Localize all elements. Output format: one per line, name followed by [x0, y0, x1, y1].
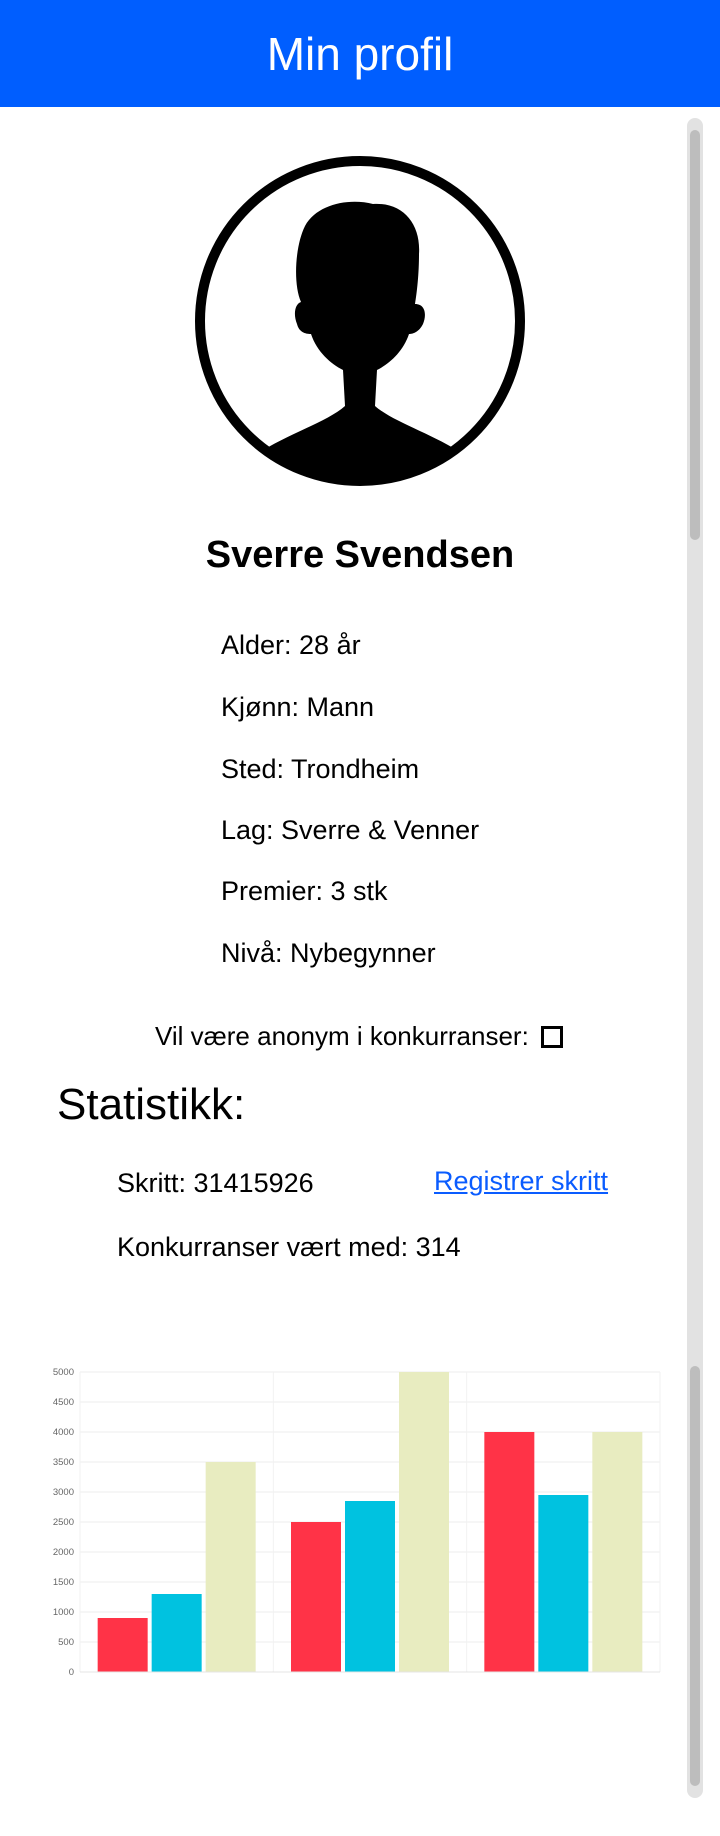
detail-age: Alder: 28 år: [221, 630, 361, 660]
bar-series-3-group-2: [399, 1372, 449, 1672]
bar-series-3-group-1: [205, 1462, 256, 1672]
anonymous-checkbox[interactable]: [540, 1025, 563, 1048]
profile-page: Min profil Sverre Svendsen Alder: 28 år …: [0, 0, 720, 1836]
bar-series-1-group-1: [97, 1618, 148, 1672]
detail-prizes: Premier: 3 stk: [221, 876, 388, 906]
bar-series-2-group-1: [151, 1594, 202, 1672]
scrollbar-thumb-bottom[interactable]: [690, 1366, 700, 1786]
y-tick-label: 4500: [53, 1397, 74, 1408]
steps-count: Skritt: 31415926: [117, 1168, 314, 1198]
statistics-heading: Statistikk:: [57, 1080, 246, 1129]
y-tick-label: 3000: [53, 1487, 74, 1498]
statistics-bar-chart: 0 500 1000 1500 2000 2500 3000 3500 4000 4500 5000: [53, 1367, 661, 1678]
scrollbar-thumb-top[interactable]: [690, 130, 700, 540]
detail-level: Nivå: Nybegynner: [221, 938, 436, 968]
anonymous-label: Vil være anonym i konkurranser:: [155, 1021, 529, 1051]
y-tick-label: 1000: [53, 1607, 74, 1618]
bar-series-3-group-3: [592, 1432, 643, 1672]
bar-series-2-group-3: [538, 1495, 589, 1672]
y-tick-label: 500: [58, 1637, 74, 1648]
page-title: Min profil: [266, 27, 454, 80]
detail-location: Sted: Trondheim: [221, 754, 420, 784]
detail-gender: Kjønn: Mann: [221, 692, 375, 722]
bar-series-2-group-2: [345, 1501, 395, 1672]
person-silhouette-icon: [195, 156, 525, 486]
y-tick-label: 4000: [53, 1427, 74, 1438]
y-tick-label: 2000: [53, 1547, 74, 1558]
y-tick-label: 0: [69, 1667, 74, 1678]
profile-name: Sverre Svendsen: [205, 534, 515, 576]
y-tick-label: 5000: [53, 1367, 74, 1378]
app-header: Min profil: [0, 0, 720, 107]
register-steps-link[interactable]: Registrer skritt: [434, 1166, 608, 1197]
y-tick-label: 2500: [53, 1517, 74, 1528]
y-tick-label: 3500: [53, 1457, 74, 1468]
y-tick-label: 1500: [53, 1577, 74, 1588]
bar-series-1-group-2: [291, 1522, 341, 1672]
competitions-count: Konkurranser vært med: 314: [117, 1232, 461, 1262]
anonymous-option: Vil være anonym i konkurranser:: [155, 1021, 563, 1052]
bar-series-1-group-3: [484, 1432, 535, 1672]
detail-team: Lag: Sverre & Venner: [221, 815, 480, 845]
